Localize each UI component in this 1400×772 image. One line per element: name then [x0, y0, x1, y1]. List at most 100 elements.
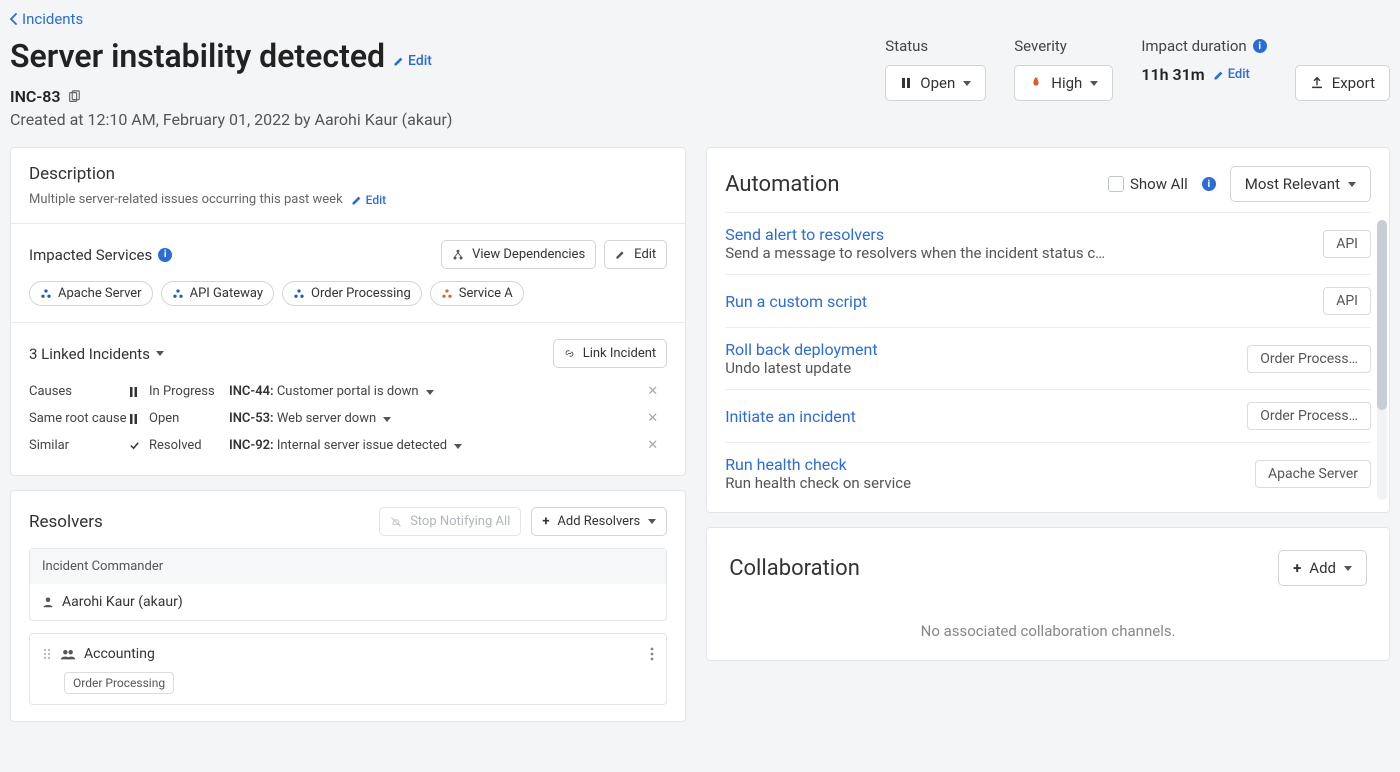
- service-chip-label: Order Processing: [311, 286, 411, 301]
- unlink-icon[interactable]: ✕: [647, 384, 667, 399]
- status-label: Status: [885, 37, 986, 55]
- page-title: Server instability detected: [10, 37, 385, 75]
- service-icon: [293, 288, 305, 300]
- automation-item-title[interactable]: Initiate an incident: [725, 407, 1235, 426]
- status-icon: [129, 440, 149, 451]
- impacted-title: Impacted Services: [29, 246, 152, 264]
- service-icon: [172, 288, 184, 300]
- chevron-down-icon: [383, 417, 391, 422]
- chevron-down-icon: [426, 390, 434, 395]
- automation-item-tag: API: [1323, 287, 1371, 315]
- copy-icon[interactable]: [67, 90, 81, 104]
- automation-item-title[interactable]: Run a custom script: [725, 292, 1311, 311]
- service-chip-label: Apache Server: [58, 286, 142, 301]
- incident-id: INC-83: [10, 87, 61, 106]
- chevron-down-icon: [1348, 182, 1356, 187]
- linked-incident-row: Similar Resolved INC-92: Internal server…: [29, 432, 667, 459]
- status-dropdown[interactable]: Open: [885, 65, 986, 101]
- info-icon[interactable]: i: [1253, 39, 1267, 53]
- show-all-checkbox[interactable]: Show All: [1108, 175, 1188, 193]
- chevron-down-icon: [1344, 566, 1352, 571]
- plus-icon: +: [1293, 559, 1301, 577]
- chevron-down-icon: [963, 81, 971, 86]
- bell-off-icon: [390, 516, 402, 528]
- info-icon[interactable]: i: [1202, 177, 1216, 191]
- team-service-tag: Order Processing: [64, 672, 174, 694]
- add-collaboration-button[interactable]: + Add: [1278, 550, 1367, 586]
- linked-status: In Progress: [149, 384, 229, 399]
- breadcrumb-back[interactable]: Incidents: [10, 10, 83, 28]
- impact-value: 11h 31m: [1141, 65, 1204, 84]
- pause-icon: [900, 77, 912, 89]
- linked-status: Resolved: [149, 438, 229, 453]
- status-icon: [129, 414, 149, 424]
- unlink-icon[interactable]: ✕: [647, 438, 667, 453]
- checkbox-icon: [1108, 176, 1124, 192]
- incident-commander-box: Incident Commander Aarohi Kaur (akaur): [29, 548, 667, 621]
- chevron-down-icon: [1090, 81, 1098, 86]
- service-chip[interactable]: Order Processing: [282, 281, 422, 306]
- service-chip[interactable]: Apache Server: [29, 281, 153, 306]
- upload-icon: [1310, 76, 1324, 90]
- automation-item: Initiate an incident Order Process…: [725, 389, 1371, 442]
- service-chip[interactable]: API Gateway: [161, 281, 274, 306]
- edit-services-button[interactable]: Edit: [604, 240, 667, 269]
- service-icon: [441, 288, 453, 300]
- dependencies-icon: [452, 249, 464, 261]
- service-chip-label: Service A: [459, 286, 513, 301]
- breadcrumb-label: Incidents: [22, 10, 83, 28]
- linked-incident-link[interactable]: INC-53: Web server down: [229, 411, 647, 426]
- automation-item-tag: Apache Server: [1255, 460, 1371, 488]
- linked-relation: Same root cause: [29, 411, 129, 426]
- automation-item-tag: API: [1323, 230, 1371, 258]
- impact-label: Impact duration: [1141, 37, 1246, 55]
- fire-icon: [1029, 76, 1043, 90]
- user-icon: [42, 596, 54, 608]
- description-title: Description: [29, 164, 667, 184]
- linked-incidents-toggle[interactable]: 3 Linked Incidents: [29, 345, 164, 363]
- automation-item-title[interactable]: Run health check: [725, 455, 1243, 474]
- unlink-icon[interactable]: ✕: [647, 411, 667, 426]
- chevron-down-icon: [648, 519, 656, 524]
- resolvers-title: Resolvers: [29, 512, 103, 532]
- team-name: Accounting: [84, 646, 155, 662]
- add-resolvers-button[interactable]: + Add Resolvers: [531, 507, 667, 536]
- automation-card: Automation Show All i Most Relevant: [706, 147, 1390, 513]
- edit-description-link[interactable]: Edit: [351, 193, 386, 207]
- export-button[interactable]: Export: [1295, 65, 1390, 101]
- drag-handle-icon[interactable]: [42, 647, 52, 661]
- view-dependencies-button[interactable]: View Dependencies: [441, 240, 596, 269]
- linked-incident-link[interactable]: INC-44: Customer portal is down: [229, 384, 647, 399]
- severity-label: Severity: [1014, 37, 1113, 55]
- automation-item-title[interactable]: Send alert to resolvers: [725, 225, 1311, 244]
- linked-incident-row: Causes In Progress INC-44: Customer port…: [29, 378, 667, 405]
- commander-header: Incident Commander: [30, 549, 666, 584]
- automation-item: Roll back deployment Undo latest update …: [725, 327, 1371, 389]
- automation-sort-dropdown[interactable]: Most Relevant: [1230, 166, 1371, 202]
- meta-block: Status Open Severity High: [885, 37, 1390, 101]
- service-icon: [40, 288, 52, 300]
- edit-title-link[interactable]: Edit: [393, 53, 432, 69]
- automation-item: Run a custom script API: [725, 274, 1371, 327]
- link-incident-button[interactable]: Link Incident: [553, 339, 668, 368]
- linked-incident-row: Same root cause Open INC-53: Web server …: [29, 405, 667, 432]
- kebab-icon[interactable]: [650, 647, 654, 661]
- linked-incident-link[interactable]: INC-92: Internal server issue detected: [229, 438, 647, 453]
- info-icon[interactable]: i: [158, 248, 172, 262]
- service-chip[interactable]: Service A: [430, 281, 524, 306]
- automation-item-title[interactable]: Roll back deployment: [725, 340, 1235, 359]
- chevron-down-icon: [454, 444, 462, 449]
- automation-title: Automation: [725, 172, 839, 197]
- resolvers-card: Resolvers Stop Notifying All + Add Resol…: [10, 490, 686, 722]
- scrollbar-thumb[interactable]: [1377, 220, 1387, 410]
- collaboration-title: Collaboration: [729, 556, 860, 581]
- severity-dropdown[interactable]: High: [1014, 65, 1113, 101]
- automation-item-tag: Order Process…: [1247, 402, 1371, 430]
- collaboration-card: Collaboration + Add No associated collab…: [706, 527, 1390, 661]
- group-icon: [60, 648, 76, 660]
- linked-status: Open: [149, 411, 229, 426]
- created-line: Created at 12:10 AM, February 01, 2022 b…: [10, 110, 885, 129]
- edit-impact-link[interactable]: Edit: [1213, 67, 1250, 82]
- service-chip-label: API Gateway: [190, 286, 263, 301]
- automation-item-sub: Run health check on service: [725, 474, 1165, 492]
